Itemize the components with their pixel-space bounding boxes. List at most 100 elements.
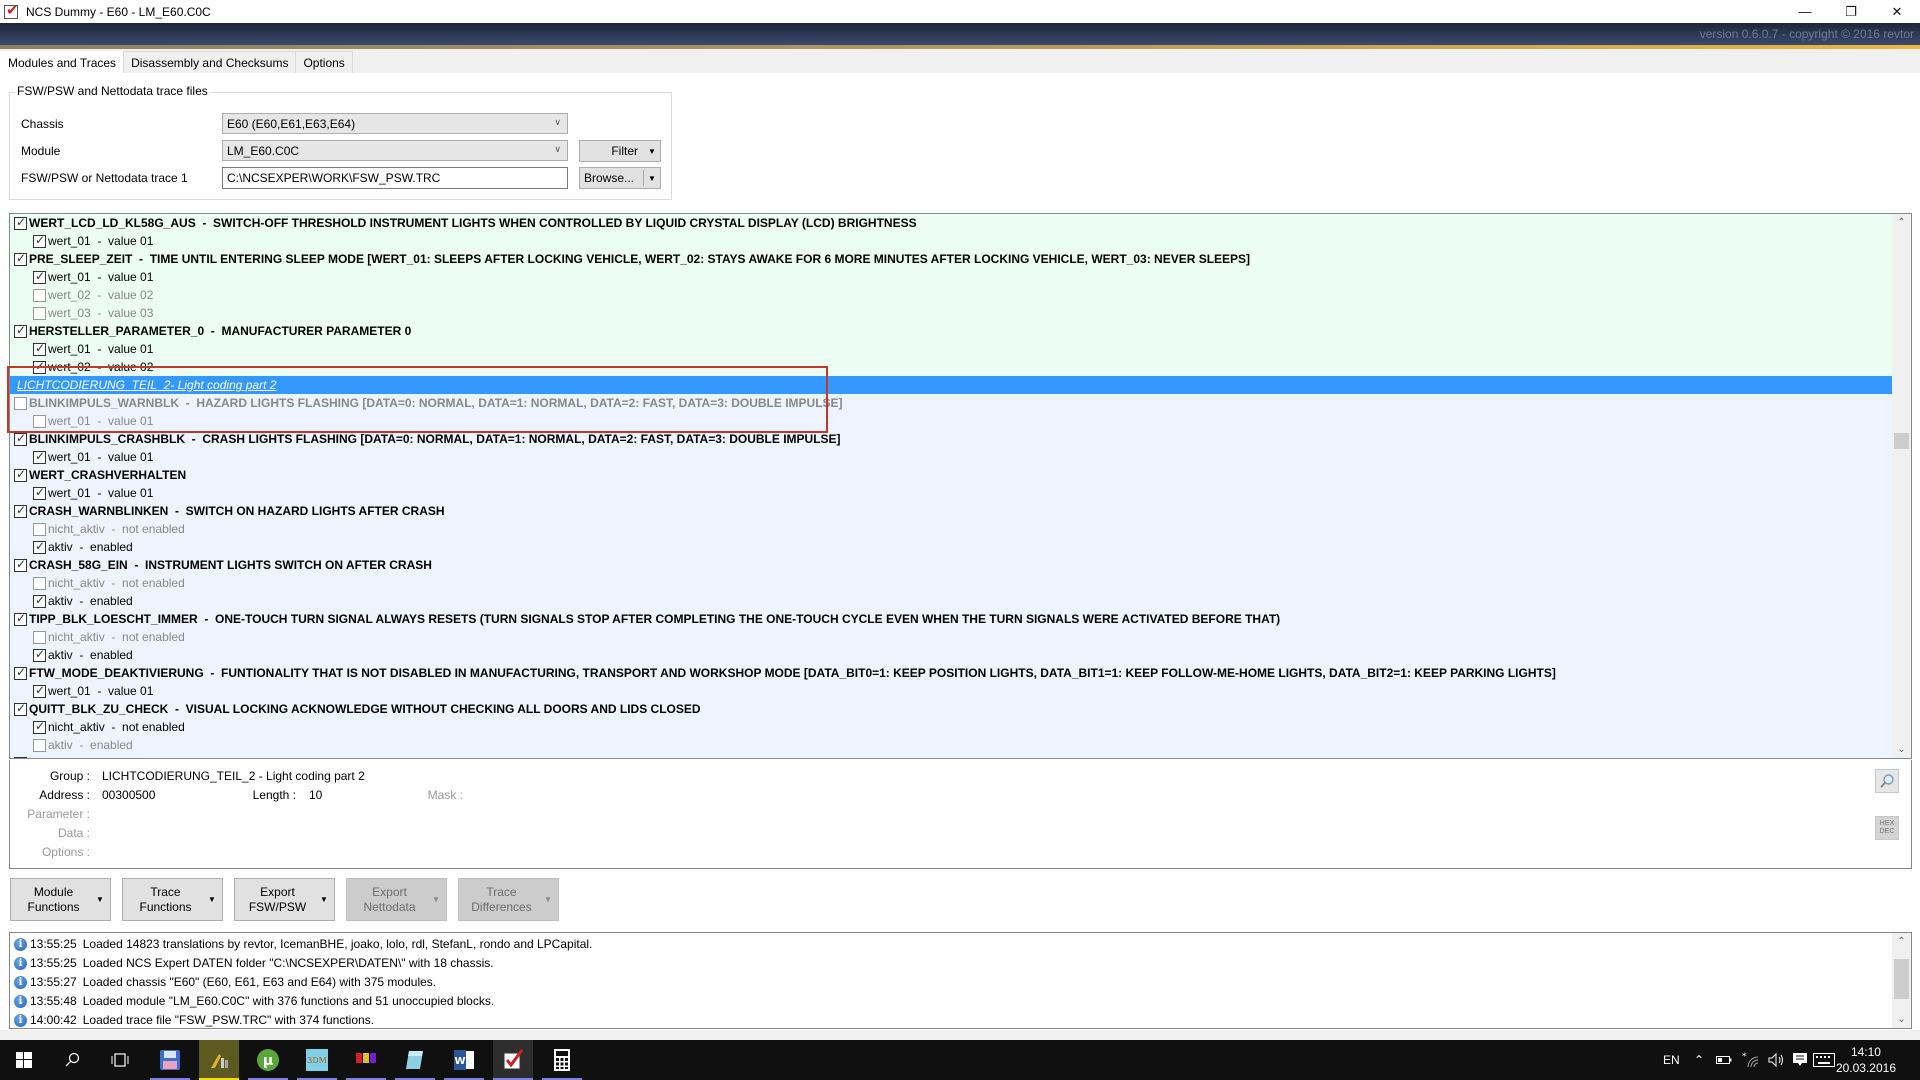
language-indicator[interactable]: EN — [1663, 1040, 1680, 1080]
checkbox-checked[interactable] — [14, 503, 27, 518]
log-scrollbar[interactable]: ⌃ ⌄ — [1892, 933, 1911, 1028]
function-row[interactable]: CRASH_WARNBLINKEN - SWITCH ON HAZARD LIG… — [10, 502, 1892, 520]
function-row[interactable]: HERSTELLER_PARAMETER_0 - MANUFACTURER PA… — [10, 322, 1892, 340]
scroll-thumb[interactable] — [1894, 959, 1909, 999]
module-select[interactable]: LM_E60.C0C ∨ — [222, 140, 568, 161]
function-row[interactable]: FTW_MODE_DEAKTIVIERUNG - FUNTIONALITY TH… — [10, 664, 1892, 682]
system-clock[interactable]: 14:10 20.03.2016 — [1836, 1044, 1896, 1076]
network-status[interactable]: * — [1742, 1040, 1760, 1080]
search-button[interactable] — [1875, 769, 1899, 793]
tree-scrollbar[interactable]: ⌃ ⌄ — [1892, 214, 1911, 758]
function-row[interactable]: WERT_LCD_LD_KL58G_AUS - SWITCH-OFF THRES… — [10, 214, 1892, 232]
value-row[interactable]: wert_01 - value 01 — [10, 340, 1892, 358]
function-row[interactable]: TIPP_BLK_LOESCHT_IMMER - ONE-TOUCH TURN … — [10, 610, 1892, 628]
checkbox-checked[interactable] — [33, 539, 46, 554]
checkbox-checked[interactable] — [14, 251, 27, 266]
export-fsw-psw-button[interactable]: Export FSW/PSW ▼ — [234, 878, 335, 921]
taskbar-app-word[interactable]: W — [444, 1040, 484, 1080]
action-center[interactable] — [1792, 1040, 1808, 1080]
function-row[interactable]: BLINKIMPULS_CRASHBLK - CRASH LIGHTS FLAS… — [10, 430, 1892, 448]
checkbox-checked[interactable] — [14, 323, 27, 338]
touch-keyboard[interactable] — [1813, 1040, 1835, 1080]
value-row[interactable]: wert_01 - value 01 — [10, 448, 1892, 466]
checkbox-checked[interactable] — [33, 269, 46, 284]
log-panel[interactable]: i 13:55:25 Loaded 14823 translations by re… — [9, 932, 1912, 1029]
value-row[interactable]: wert_02 - value 02 — [10, 358, 1892, 376]
taskbar-app-gabi[interactable] — [346, 1040, 386, 1080]
checkbox-unchecked[interactable] — [33, 576, 46, 590]
scroll-down-icon[interactable]: ⌄ — [1892, 1011, 1911, 1028]
dropdown-arrow-icon[interactable]: ▼ — [644, 174, 660, 183]
checkbox-checked[interactable] — [33, 719, 46, 734]
value-row[interactable]: nicht_aktiv - not enabled — [10, 574, 1892, 592]
checkbox-checked[interactable] — [33, 485, 46, 500]
checkbox-unchecked[interactable] — [14, 396, 27, 410]
tab-disassembly-and-checksums[interactable]: Disassembly and Checksums — [123, 51, 297, 73]
value-row[interactable]: nicht_aktiv - not enabled — [10, 520, 1892, 538]
checkbox-unchecked[interactable] — [33, 522, 46, 536]
checkbox-checked[interactable] — [14, 431, 27, 446]
checkbox-unchecked[interactable] — [33, 738, 46, 752]
checkbox-unchecked[interactable] — [33, 414, 46, 428]
checkbox-checked[interactable] — [14, 665, 27, 680]
checkbox-checked[interactable] — [33, 233, 46, 248]
scroll-up-icon[interactable]: ⌃ — [1892, 214, 1911, 231]
taskbar-app-tool[interactable] — [199, 1040, 239, 1080]
value-row[interactable]: nicht_aktiv - not enabled — [10, 718, 1892, 736]
checkbox-checked[interactable] — [14, 215, 27, 230]
browse-button[interactable]: Browse... ▼ — [579, 167, 661, 189]
minimize-button[interactable]: — — [1782, 0, 1828, 23]
value-row[interactable]: nicht_aktiv - not enabled — [10, 628, 1892, 646]
tree-group-row[interactable]: LICHTCODIERUNG_TEIL_2 - Light coding par… — [10, 376, 1892, 394]
trace-functions-button[interactable]: Trace Functions ▼ — [122, 878, 223, 921]
checkbox-unchecked[interactable] — [33, 288, 46, 302]
value-row[interactable]: wert_01 - value 01 — [10, 232, 1892, 250]
checkbox-checked[interactable] — [33, 359, 46, 374]
tab-options[interactable]: Options — [295, 51, 353, 73]
value-row[interactable]: aktiv - enabled — [10, 538, 1892, 556]
checkbox-checked[interactable] — [14, 611, 27, 626]
restore-button[interactable]: ❐ — [1828, 0, 1874, 23]
value-row[interactable]: wert_03 - value 03 — [10, 304, 1892, 322]
checkbox-checked[interactable] — [33, 341, 46, 356]
tab-modules-and-traces[interactable]: Modules and Traces — [0, 51, 125, 74]
function-row[interactable]: QUITT_BLK_ZU_CHECK - VISUAL LOCKING ACKN… — [10, 700, 1892, 718]
function-row[interactable]: CRASH_58G_EIN - INSTRUMENT LIGHTS SWITCH… — [10, 556, 1892, 574]
checkbox-checked[interactable] — [14, 557, 27, 572]
hex-dec-toggle[interactable]: HEX DEC — [1875, 816, 1899, 840]
function-row[interactable]: WERT_CRASHVERHALTEN — [10, 466, 1892, 484]
volume-control[interactable] — [1768, 1040, 1786, 1080]
value-row[interactable]: wert_01 - value 01 — [10, 412, 1892, 430]
checkbox-unchecked[interactable] — [33, 306, 46, 320]
checkbox-unchecked[interactable] — [14, 756, 27, 758]
value-row[interactable]: wert_01 - value 01 — [10, 268, 1892, 286]
group-title[interactable]: LICHTCODIERUNG_TEIL_2 — [10, 378, 170, 392]
checkbox-checked[interactable] — [14, 467, 27, 482]
task-view-button[interactable] — [100, 1040, 140, 1080]
taskbar-app-save[interactable] — [150, 1040, 190, 1080]
taskbar-app-ncs-dummy[interactable] — [493, 1040, 533, 1080]
chassis-select[interactable]: E60 (E60,E61,E63,E64) ∨ — [222, 113, 568, 134]
search-taskbar-button[interactable] — [52, 1040, 92, 1080]
value-row[interactable]: aktiv - enabled — [10, 736, 1892, 754]
checkbox-checked[interactable] — [33, 647, 46, 662]
close-button[interactable]: ✕ — [1874, 0, 1920, 23]
scroll-down-icon[interactable]: ⌄ — [1892, 741, 1911, 758]
taskbar-app-utorrent[interactable]: µ — [248, 1040, 288, 1080]
scroll-thumb[interactable] — [1894, 433, 1909, 449]
value-row[interactable]: wert_01 - value 01 — [10, 484, 1892, 502]
checkbox-checked[interactable] — [33, 449, 46, 464]
taskbar-app-notepad[interactable] — [395, 1040, 435, 1080]
taskbar-app-3dm[interactable]: 3DM — [297, 1040, 337, 1080]
value-row[interactable]: wert_02 - value 02 — [10, 286, 1892, 304]
function-tree[interactable]: WERT_LCD_LD_KL58G_AUS - SWITCH-OFF THRES… — [9, 213, 1912, 759]
trace-file-input[interactable]: C:\NCSEXPER\WORK\FSW_PSW.TRC — [222, 167, 568, 189]
value-row[interactable]: wert_01 - value 01 — [10, 682, 1892, 700]
module-functions-button[interactable]: Module Functions ▼ — [10, 878, 111, 921]
scroll-up-icon[interactable]: ⌃ — [1892, 933, 1911, 950]
function-row[interactable]: BLINKIMPULS_WARNBLK - HAZARD LIGHTS FLAS… — [10, 394, 1892, 412]
start-button[interactable] — [4, 1040, 44, 1080]
checkbox-unchecked[interactable] — [33, 630, 46, 644]
taskbar-app-calculator[interactable] — [542, 1040, 582, 1080]
value-row[interactable]: aktiv - enabled — [10, 592, 1892, 610]
